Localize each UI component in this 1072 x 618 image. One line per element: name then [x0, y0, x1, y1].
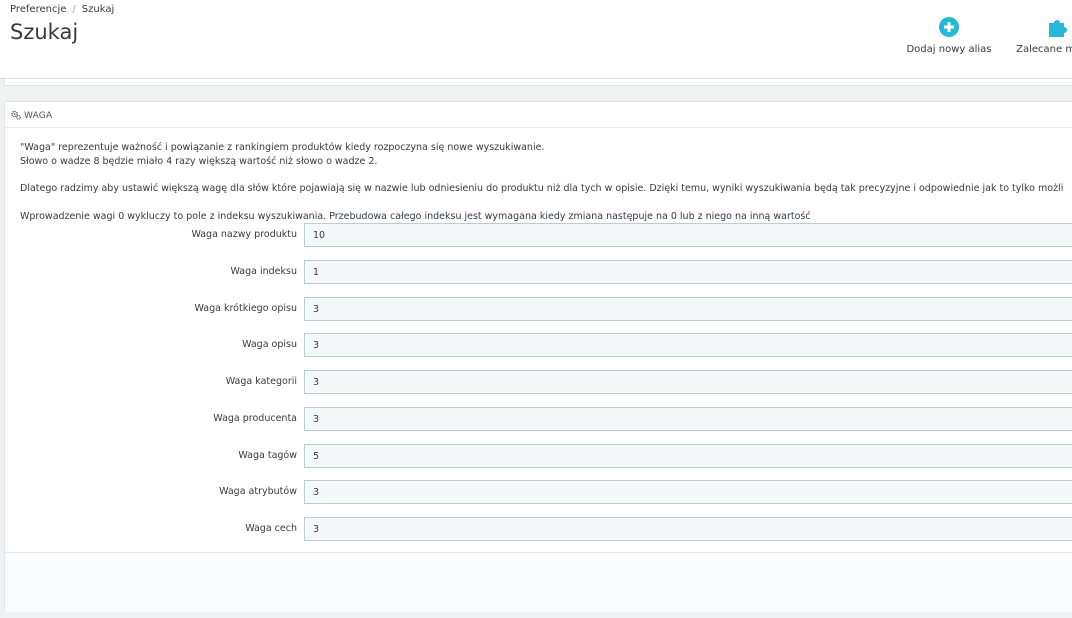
field-label: Waga indeksu: [230, 266, 298, 277]
form-row-attributes-weight: Waga atrybutów: [5, 480, 1072, 504]
recommended-modules-button[interactable]: Zalecane modu: [1000, 16, 1072, 55]
plus-circle-icon: [939, 17, 959, 37]
field-label: Waga kategorii: [225, 376, 297, 387]
add-new-alias-button[interactable]: Dodaj nowy alias: [905, 16, 993, 55]
page-header: Preferencje / Szukaj Szukaj Dodaj nowy ali…: [0, 0, 1072, 79]
field-label: Waga opisu: [242, 339, 297, 350]
field-label: Waga krótkiego opisu: [194, 303, 297, 314]
reference-weight-input[interactable]: [304, 260, 1072, 284]
form-row-features-weight: Waga cech: [5, 517, 1072, 541]
form-row-manufacturer-weight: Waga producenta: [5, 407, 1072, 431]
features-weight-input[interactable]: [304, 517, 1072, 541]
form-row-short-description-weight: Waga krótkiego opisu: [5, 297, 1072, 321]
short-description-weight-input[interactable]: [304, 297, 1072, 321]
add-new-alias-label: Dodaj nowy alias: [906, 44, 992, 55]
breadcrumb-separator: /: [72, 4, 76, 15]
description-line: Słowo o wadze 8 będzie miało 4 razy więk…: [20, 155, 378, 167]
description-line: Wprowadzenie wagi 0 wykluczy to pole z i…: [20, 210, 811, 222]
field-label: Waga nazwy produktu: [191, 229, 297, 240]
attributes-weight-input[interactable]: [304, 480, 1072, 504]
panel-title: WAGA: [24, 111, 53, 121]
form-row-product-name-weight: Waga nazwy produktu: [5, 223, 1072, 247]
field-label: Waga cech: [245, 523, 297, 534]
category-weight-input[interactable]: [304, 370, 1072, 394]
field-label: Waga tagów: [238, 450, 297, 461]
breadcrumb: Preferencje / Szukaj: [10, 4, 114, 15]
field-label: Waga atrybutów: [219, 486, 297, 497]
weight-panel: WAGA "Waga" reprezentuje ważność i powią…: [4, 101, 1072, 612]
breadcrumb-parent-link[interactable]: Preferencje: [10, 4, 66, 15]
panel-footer: [5, 552, 1072, 612]
panel-description: "Waga" reprezentuje ważność i powiązanie…: [20, 141, 1072, 223]
form-row-category-weight: Waga kategorii: [5, 370, 1072, 394]
breadcrumb-current: Szukaj: [81, 4, 115, 15]
description-line: "Waga" reprezentuje ważność i powiązanie…: [20, 142, 545, 153]
description-line: Dlatego radzimy aby ustawić większą wagę…: [20, 183, 1064, 194]
product-name-weight-input[interactable]: [304, 223, 1072, 247]
panel-heading: WAGA: [5, 102, 1072, 128]
cogs-icon: [11, 110, 21, 120]
recommended-modules-label: Zalecane modu: [1016, 44, 1072, 55]
previous-panel-edge: [4, 79, 1072, 86]
tags-weight-input[interactable]: [304, 444, 1072, 468]
form-row-description-weight: Waga opisu: [5, 333, 1072, 357]
field-label: Waga producenta: [213, 413, 297, 424]
form-row-tags-weight: Waga tagów: [5, 444, 1072, 468]
form-row-reference-weight: Waga indeksu: [5, 260, 1072, 284]
manufacturer-weight-input[interactable]: [304, 407, 1072, 431]
page-title: Szukaj: [10, 20, 79, 44]
puzzle-icon: [1049, 20, 1067, 37]
description-weight-input[interactable]: [304, 333, 1072, 357]
